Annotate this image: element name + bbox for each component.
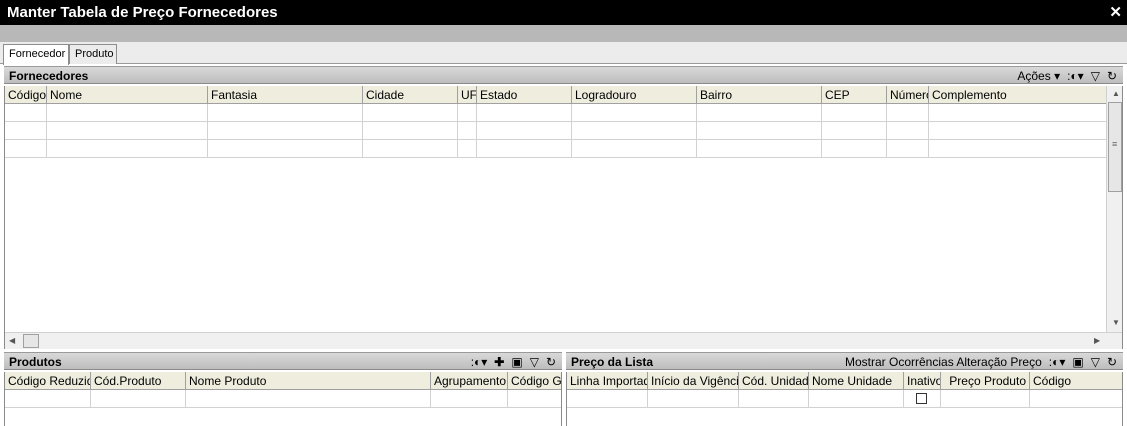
column-header-codigo-reduzido[interactable]: Código Reduzido: [5, 372, 91, 390]
grip-icon: ≡: [1112, 139, 1118, 149]
column-header-nome[interactable]: Nome: [47, 86, 208, 104]
view-options-icon[interactable]: :◐▾: [471, 355, 488, 369]
produtos-grid: Código Reduzido Cód.Produto Nome Produto…: [4, 372, 562, 426]
toolbar-strip: [0, 25, 1127, 42]
view-options-icon[interactable]: :◐▾: [1067, 69, 1084, 83]
panel-title: Fornecedores: [9, 69, 89, 83]
show-occurrences-button[interactable]: Mostrar Ocorrências Alteração Preço: [845, 355, 1042, 369]
scroll-up-icon[interactable]: ▲: [1112, 89, 1120, 98]
export-icon[interactable]: ▣: [511, 355, 522, 369]
preco-lista-header: Preço da Lista Mostrar Ocorrências Alter…: [566, 352, 1123, 370]
column-header-inicio-vigencia[interactable]: Início da Vigência: [648, 372, 739, 390]
column-header-cidade[interactable]: Cidade: [363, 86, 458, 104]
tab-produto[interactable]: Produto: [69, 44, 117, 64]
grid-header-row: Código Reduzido Cód.Produto Nome Produto…: [5, 372, 561, 390]
column-header-bairro[interactable]: Bairro: [697, 86, 822, 104]
filter-icon[interactable]: ▽: [1091, 69, 1100, 83]
panel-title: Produtos: [9, 355, 62, 369]
scroll-thumb[interactable]: ≡: [1108, 102, 1122, 192]
view-options-icon[interactable]: :◐▾: [1049, 355, 1066, 369]
tab-label: Fornecedor: [9, 48, 66, 60]
column-header-inativo[interactable]: Inativo: [904, 372, 941, 390]
table-row[interactable]: [567, 390, 1122, 408]
column-header-preco-produto[interactable]: Preço Produto: [941, 372, 1030, 390]
window-title: Manter Tabela de Preço Fornecedores: [7, 4, 278, 21]
column-header-fantasia[interactable]: Fantasia: [208, 86, 363, 104]
export-icon[interactable]: ▣: [1072, 355, 1083, 369]
vertical-scrollbar[interactable]: ▲ ≡ ▼: [1106, 86, 1122, 332]
fornecedores-grid: Código Nome Fantasia Cidade UF Estado Lo…: [4, 86, 1123, 349]
refresh-icon[interactable]: ↻: [1107, 355, 1117, 369]
filter-icon[interactable]: ▽: [530, 355, 539, 369]
add-icon[interactable]: ✚: [494, 355, 504, 369]
scroll-left-icon[interactable]: ◀: [9, 336, 15, 345]
tab-bar: Fornecedor Produto: [0, 42, 1127, 65]
column-header-cod-unidade[interactable]: Cód. Unidade: [739, 372, 809, 390]
table-row[interactable]: [5, 390, 561, 408]
column-header-nome-produto[interactable]: Nome Produto: [186, 372, 431, 390]
column-header-cep[interactable]: CEP: [822, 86, 887, 104]
panel-title: Preço da Lista: [571, 355, 654, 369]
scroll-thumb[interactable]: [23, 334, 39, 348]
grid-header-row: Linha Importada Início da Vigência Cód. …: [567, 372, 1122, 390]
preco-lista-grid: Linha Importada Início da Vigência Cód. …: [566, 372, 1123, 426]
column-header-logradouro[interactable]: Logradouro: [572, 86, 697, 104]
scroll-right-icon[interactable]: ▶: [1094, 336, 1100, 345]
actions-label: Ações: [1017, 69, 1051, 83]
inativo-checkbox[interactable]: [916, 393, 927, 404]
column-header-numero[interactable]: Número: [887, 86, 929, 104]
actions-button[interactable]: Ações ▾: [1017, 69, 1060, 83]
table-row[interactable]: [5, 140, 1106, 158]
column-header-codigo-grupo[interactable]: Código Gru: [508, 372, 561, 390]
refresh-icon[interactable]: ↻: [546, 355, 556, 369]
refresh-icon[interactable]: ↻: [1107, 69, 1117, 83]
fornecedores-header: Fornecedores Ações ▾ :◐▾ ▽ ↻: [4, 66, 1123, 84]
window-titlebar: Manter Tabela de Preço Fornecedores ✕: [0, 0, 1127, 25]
column-header-cod-produto[interactable]: Cód.Produto: [91, 372, 186, 390]
column-header-linha-importada[interactable]: Linha Importada: [567, 372, 648, 390]
column-header-uf[interactable]: UF: [458, 86, 477, 104]
close-icon[interactable]: ✕: [1109, 3, 1122, 21]
column-header-codigo[interactable]: Código: [5, 86, 47, 104]
tab-label: Produto: [75, 48, 114, 60]
tab-fornecedor[interactable]: Fornecedor: [3, 44, 69, 65]
table-row[interactable]: [5, 122, 1106, 140]
table-row[interactable]: [5, 104, 1106, 122]
column-header-complemento[interactable]: Complemento: [929, 86, 1106, 104]
horizontal-scrollbar[interactable]: ◀ ▶: [5, 332, 1122, 349]
column-header-nome-unidade[interactable]: Nome Unidade: [809, 372, 904, 390]
filter-icon[interactable]: ▽: [1091, 355, 1100, 369]
grid-header-row: Código Nome Fantasia Cidade UF Estado Lo…: [5, 86, 1106, 104]
column-header-codigo[interactable]: Código: [1030, 372, 1122, 390]
produtos-header: Produtos :◐▾ ✚ ▣ ▽ ↻: [4, 352, 562, 370]
column-header-estado[interactable]: Estado: [477, 86, 572, 104]
scroll-down-icon[interactable]: ▼: [1112, 318, 1120, 327]
column-header-agrupamento[interactable]: Agrupamento: [431, 372, 508, 390]
